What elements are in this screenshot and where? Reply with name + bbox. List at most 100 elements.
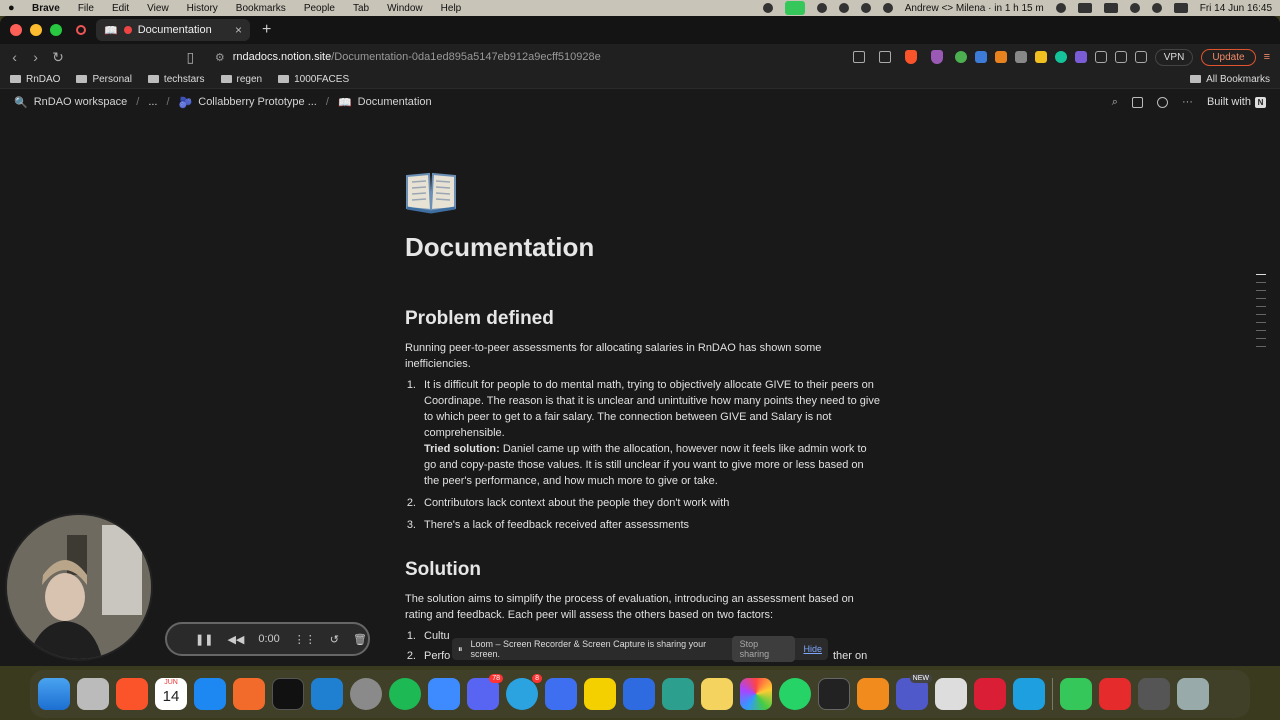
grammarly-icon[interactable] [1054,51,1067,63]
screenshot-icon[interactable] [818,678,850,710]
page-outline[interactable] [1256,274,1266,354]
telegram-icon[interactable]: 8 [506,674,542,710]
minimize-window-icon[interactable] [30,24,42,36]
menu-view[interactable]: View [147,3,169,14]
extension-4-icon[interactable] [1014,51,1027,63]
menu-history[interactable]: History [187,3,218,14]
app-store-icon[interactable] [194,678,226,710]
whatsapp-icon[interactable] [779,678,811,710]
calendar-status-icon[interactable] [882,3,893,13]
spotify-icon[interactable] [389,678,421,710]
outline-line[interactable] [1256,282,1266,283]
wifi-icon[interactable] [1129,3,1140,13]
comments-icon[interactable] [1156,96,1168,108]
menu-file[interactable]: File [78,3,94,14]
vscode-icon[interactable] [311,678,343,710]
breadcrumb-collabberry[interactable]: Collabberry Prototype ... [198,96,317,108]
stop-sharing-button[interactable]: Stop sharing [731,636,796,662]
menu-tab[interactable]: Tab [353,3,369,14]
docker-icon[interactable] [1013,678,1045,710]
heading-problem-defined[interactable]: Problem defined [405,308,554,330]
apple-icon[interactable]: ● [8,2,20,14]
url-field[interactable]: ⚙ rndadocs.notion.site/Documentation-0da… [215,51,601,64]
facetime-icon[interactable] [784,1,805,15]
calendar-event-status[interactable]: Andrew <> Milena · in 1 h 15 m [905,3,1044,14]
miro-icon[interactable] [584,678,616,710]
trash-icon[interactable]: 🗑 [353,633,367,646]
outline-line[interactable] [1256,274,1266,275]
signal-icon[interactable] [545,678,577,710]
duplicate-icon[interactable] [1131,96,1143,108]
pause-sharing-icon[interactable]: ⏸ [458,644,463,655]
bookmark-page-icon[interactable]: ▯ [186,49,195,66]
teams-icon[interactable]: NEW [896,674,932,710]
menu-people[interactable]: People [304,3,335,14]
chatgpt-icon[interactable] [816,3,827,13]
acrobat-icon[interactable] [1099,678,1131,710]
outline-line[interactable] [1256,346,1266,347]
close-tab-icon[interactable]: × [235,23,242,37]
discord-icon[interactable]: 78 [467,674,503,710]
system-settings-icon[interactable] [350,678,382,710]
outline-line[interactable] [1256,322,1266,323]
list-item[interactable]: 3. There's a lack of feedback received a… [405,517,880,533]
arrows-app-icon[interactable] [974,678,1006,710]
page-title[interactable]: Documentation [405,232,594,263]
fullscreen-window-icon[interactable] [50,24,62,36]
outline-line[interactable] [1256,314,1266,315]
reload-icon[interactable]: ↻ [52,49,64,66]
problem-intro[interactable]: Running peer-to-peer assessments for all… [405,340,875,372]
rewind-icon[interactable]: ◀◀ [227,633,244,646]
built-with-notion-button[interactable]: Built with N [1207,96,1266,108]
photos-icon[interactable] [740,678,772,710]
share-icon[interactable] [878,51,891,63]
menu-icon[interactable]: ≡ [1264,51,1270,63]
solution-intro[interactable]: The solution aims to simplify the proces… [405,591,875,623]
more-icon[interactable]: ··· [1182,96,1193,108]
bluetooth-icon[interactable] [1055,3,1066,13]
calendar-icon[interactable]: JUN 14 [155,678,187,710]
extensions-icon[interactable] [1094,51,1107,63]
breadcrumb-workspace[interactable]: RnDAO workspace [34,96,128,108]
sidebar-icon[interactable] [1114,51,1127,63]
bookmark-personal[interactable]: Personal [76,74,132,85]
breadcrumb-ellipsis[interactable]: ... [148,96,157,108]
new-tab-icon[interactable]: + [262,21,271,39]
metamask-icon[interactable] [994,51,1007,63]
sketch-app-icon[interactable] [662,678,694,710]
grid-icon[interactable]: ⋮⋮ [294,633,316,646]
open-book-icon[interactable] [405,170,457,214]
outline-line[interactable] [1256,290,1266,291]
all-bookmarks[interactable]: All Bookmarks [1190,74,1270,85]
update-button[interactable]: Update [1201,48,1256,66]
search-icon[interactable]: ⌕ [1112,96,1118,109]
menu-help[interactable]: Help [441,3,462,14]
extension-1-icon[interactable] [954,51,967,63]
menu-bookmarks[interactable]: Bookmarks [236,3,286,14]
outline-line[interactable] [1256,298,1266,299]
menu-edit[interactable]: Edit [112,3,129,14]
loom-menubar-icon[interactable] [838,3,849,13]
bookmark-1000faces[interactable]: 1000FACES [278,74,349,85]
bookmark-rndao[interactable]: RnDAO [10,74,60,85]
pause-icon[interactable]: ❚❚ [195,633,213,646]
forward-icon[interactable]: › [31,49,40,65]
bookmark-regen[interactable]: regen [220,74,262,85]
control-center-icon[interactable] [1173,3,1188,13]
outline-line[interactable] [1256,306,1266,307]
microphone-icon[interactable] [762,3,773,13]
list-item[interactable]: 1. It is difficult for people to do ment… [405,377,880,489]
extension-5-icon[interactable] [1034,51,1047,63]
trash-dock-icon[interactable] [1177,678,1209,710]
hide-link[interactable]: Hide [803,644,822,654]
menu-window[interactable]: Window [387,3,423,14]
finder-icon[interactable] [38,678,70,710]
shape-app-icon[interactable] [857,678,889,710]
breadcrumb-documentation[interactable]: Documentation [358,96,432,108]
brave-rewards-icon[interactable] [930,50,943,64]
outline-line[interactable] [1256,338,1266,339]
outline-line[interactable] [1256,330,1266,331]
spotlight-icon[interactable] [1151,3,1162,13]
calculator-icon[interactable] [1138,678,1170,710]
brave-shields-icon[interactable] [904,50,917,64]
